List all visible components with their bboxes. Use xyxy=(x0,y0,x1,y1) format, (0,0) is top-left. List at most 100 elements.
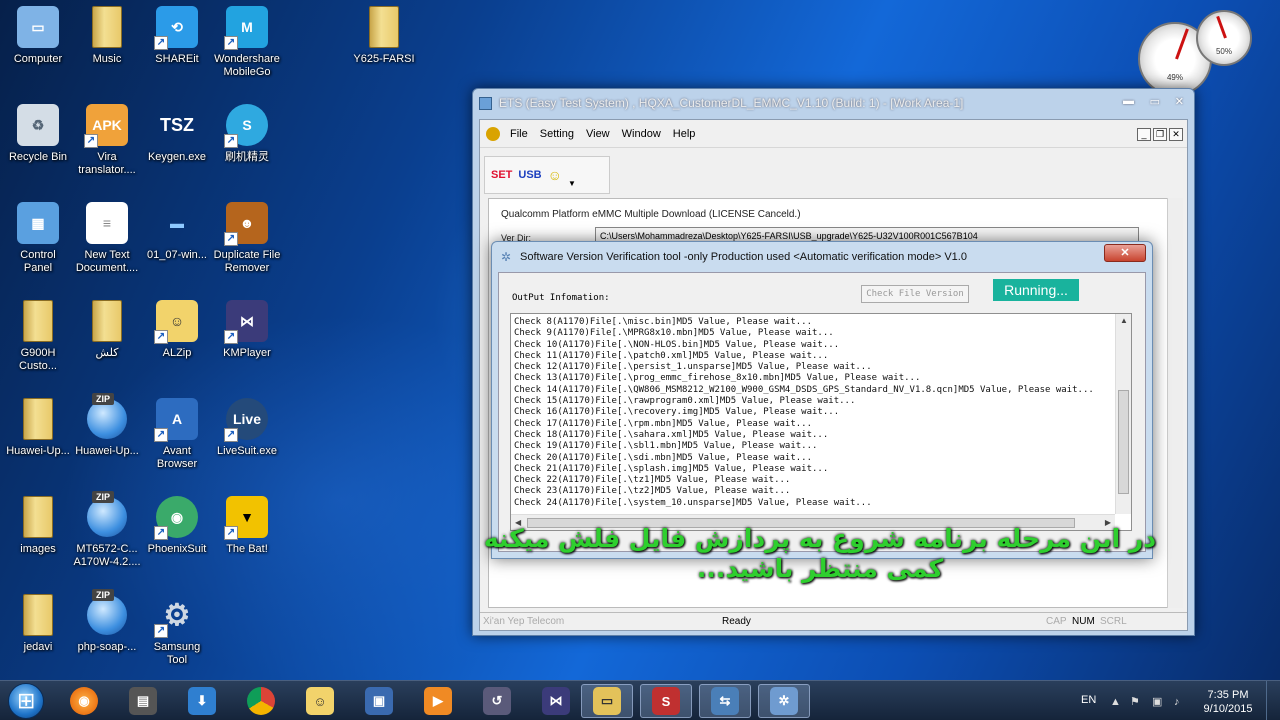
verify-dialog-title-bar[interactable]: ✲ Software Version Verification tool -on… xyxy=(492,242,1152,272)
persian-caption: در این مرحله برنامه شروع به پردازش فایل … xyxy=(470,524,1170,584)
menu-view[interactable]: View xyxy=(580,128,616,140)
folder-icon xyxy=(23,398,53,440)
desktop-icon[interactable]: ⋈ KMPlayer xyxy=(209,298,285,360)
menu-file[interactable]: File xyxy=(504,128,534,140)
ets-title-bar[interactable]: ETS (Easy Test System) , HQXA_CustomerDL… xyxy=(473,89,1194,119)
child-minimize-icon[interactable]: _ xyxy=(1137,128,1151,141)
child-restore-icon[interactable]: ❐ xyxy=(1153,128,1167,141)
start-button[interactable] xyxy=(8,683,44,719)
log-line: Check 12(A1170)File[.\persist_1.unsparse… xyxy=(514,362,872,373)
log-line: Check 16(A1170)File[.\recovery.img]MD5 V… xyxy=(514,407,840,418)
desktop-icon[interactable]: Huawei-Up... xyxy=(0,396,76,458)
chat-icon[interactable]: ☺ xyxy=(548,167,562,183)
taskbar-app-8[interactable]: ↺ xyxy=(471,684,523,718)
folder-icon xyxy=(23,300,53,342)
desktop-icon[interactable]: images xyxy=(0,494,76,556)
desktop-icon[interactable]: ☺ ALZip xyxy=(139,298,215,360)
taskbar-network[interactable]: ⇆ xyxy=(699,684,751,718)
desktop-icon[interactable]: MT6572-C... A170W-4.2.... xyxy=(69,491,145,569)
desktop-icon[interactable]: php-soap-... xyxy=(69,589,145,654)
desktop-icon-label: Duplicate File Remover xyxy=(213,249,281,274)
desktop-icon[interactable]: ⚙ Samsung Tool xyxy=(139,592,215,667)
menu-help[interactable]: Help xyxy=(667,128,702,140)
taskbar-app-6[interactable]: ▣ xyxy=(353,684,405,718)
desktop-icon-label: jedavi xyxy=(23,641,53,653)
desktop-icon[interactable]: Live LiveSuit.exe xyxy=(209,396,285,458)
taskbar-app-7[interactable]: ▶ xyxy=(412,684,464,718)
desktop-icon[interactable]: ▭ Computer xyxy=(0,4,76,66)
desktop-icon-label: Keygen.exe xyxy=(147,151,207,163)
clock[interactable]: 7:35 PM 9/10/2015 xyxy=(1196,688,1260,716)
dialog-close-button[interactable]: ✕ xyxy=(1104,244,1146,262)
taskbar-firefox[interactable]: ◉ xyxy=(58,684,110,718)
desktop-icon-label: Wondershare MobileGo xyxy=(214,53,280,78)
language-indicator[interactable]: EN xyxy=(1081,694,1096,706)
computer-icon: ▣ xyxy=(365,687,393,715)
desktop-icon[interactable]: ▬ 01_07-win... xyxy=(139,200,215,262)
maximize-icon[interactable]: ▭ xyxy=(1150,95,1160,108)
scroll-up-icon[interactable]: ▲ xyxy=(1120,316,1128,325)
log-line: Check 13(A1170)File[.\prog_emmc_firehose… xyxy=(514,373,921,384)
memory-gauge[interactable]: 50% xyxy=(1196,10,1252,66)
media-file-icon: ▬ xyxy=(170,215,184,231)
desktop-icon[interactable]: M Wondershare MobileGo xyxy=(209,4,285,79)
desktop-icon[interactable]: کلش xyxy=(69,298,145,360)
taskbar-explorer[interactable]: ▭ xyxy=(581,684,633,718)
desktop-icon-label: php-soap-... xyxy=(77,641,137,653)
taskbar-kmplayer[interactable]: ⋈ xyxy=(530,684,582,718)
zip-icon xyxy=(87,393,127,439)
minimize-icon[interactable]: ▬ xyxy=(1123,95,1134,107)
folder-icon xyxy=(92,6,122,48)
desktop-icon-label: ALZip xyxy=(162,347,192,359)
status-bar: Xi'an Yep Telecom Ready CAP NUM SCRL xyxy=(480,612,1187,630)
taskbar-app-11[interactable]: S xyxy=(640,684,692,718)
device-icon[interactable]: ▣ xyxy=(1152,696,1166,708)
taskbar-app-3[interactable]: ⬇ xyxy=(176,684,228,718)
desktop-icon[interactable]: TSZ Keygen.exe xyxy=(139,102,215,164)
desktop-icon[interactable]: ⟲ SHAREit xyxy=(139,4,215,66)
output-log[interactable]: Check 8(A1170)File[.\misc.bin]MD5 Value,… xyxy=(510,313,1132,531)
desktop-icon[interactable]: Y625-FARSI xyxy=(346,4,422,66)
the-bat-icon: ▼ xyxy=(226,496,268,538)
desktop-icon[interactable]: S 刷机精灵 xyxy=(209,102,285,164)
flag-icon[interactable]: ⚑ xyxy=(1130,696,1144,708)
desktop-icon[interactable]: Huawei-Up... xyxy=(69,393,145,458)
toolbar-dropdown-icon[interactable]: ▼ xyxy=(568,179,576,188)
taskbar-app-2[interactable]: ▤ xyxy=(117,684,169,718)
desktop-icon[interactable]: ▦ Control Panel xyxy=(0,200,76,275)
desktop-icon-label: Huawei-Up... xyxy=(75,445,139,457)
app-menu-icon[interactable] xyxy=(486,126,500,141)
child-close-icon[interactable]: ✕ xyxy=(1169,128,1183,141)
taskbar-verify-tool[interactable]: ✲ xyxy=(758,684,810,718)
menu-window[interactable]: Window xyxy=(616,128,667,140)
desktop-icon[interactable]: G900H Custo... xyxy=(0,298,76,373)
set-tool-button[interactable]: SET xyxy=(491,169,512,181)
log-vertical-scrollbar[interactable]: ▲ xyxy=(1115,314,1131,514)
log-lines: Check 8(A1170)File[.\misc.bin]MD5 Value,… xyxy=(514,317,1113,509)
tray-arrow-icon[interactable]: ▲ xyxy=(1110,696,1124,708)
desktop-icon[interactable]: A Avant Browser xyxy=(139,396,215,471)
show-desktop-button[interactable] xyxy=(1266,681,1280,720)
desktop-icon[interactable]: ▼ The Bat! xyxy=(209,494,285,556)
volume-icon[interactable]: ♪ xyxy=(1174,696,1188,708)
desktop-icon[interactable]: jedavi xyxy=(0,592,76,654)
taskbar-chrome[interactable] xyxy=(235,684,287,718)
folder-icon xyxy=(23,496,53,538)
desktop-icon[interactable]: APK Vira translator.... xyxy=(69,102,145,177)
desktop-icon-label: Recycle Bin xyxy=(8,151,68,163)
log-vscroll-thumb[interactable] xyxy=(1118,390,1129,494)
close-icon[interactable]: ✕ xyxy=(1175,95,1184,108)
download-icon: ⬇ xyxy=(188,687,216,715)
check-file-version-button[interactable]: Check File Version xyxy=(861,285,969,303)
desktop-icon[interactable]: Music xyxy=(69,4,145,66)
keygen-icon: TSZ xyxy=(160,114,194,135)
desktop-icon[interactable]: ♻ Recycle Bin xyxy=(0,102,76,164)
desktop-icon[interactable]: ☻ Duplicate File Remover xyxy=(209,200,285,275)
desktop-icon[interactable]: ◉ PhoenixSuit xyxy=(139,494,215,556)
computer-icon: ▭ xyxy=(17,6,59,48)
taskbar-alzip[interactable]: ☺ xyxy=(294,684,346,718)
desktop-icon[interactable]: ≡ New Text Document.... xyxy=(69,200,145,275)
usb-tool-button[interactable]: USB xyxy=(518,169,541,181)
desktop-icon-label: Huawei-Up... xyxy=(6,445,70,457)
menu-setting[interactable]: Setting xyxy=(534,128,580,140)
